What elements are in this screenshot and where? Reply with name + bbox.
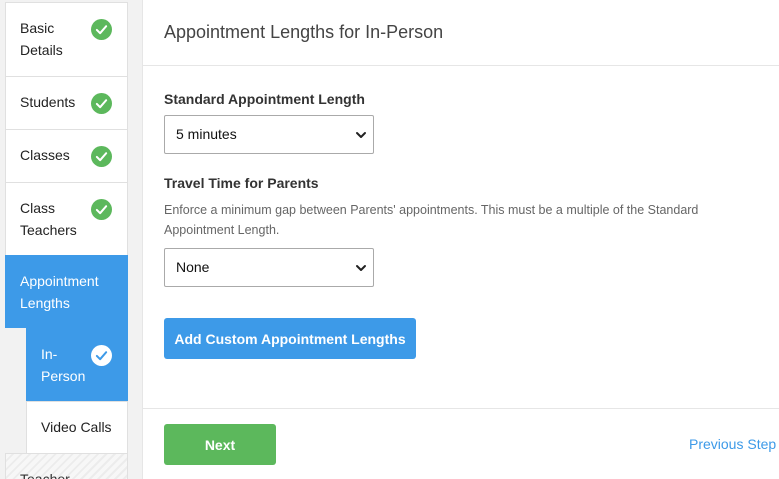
sidebar-subitem-label: In-Person bbox=[41, 346, 86, 384]
wizard-sidebar: Basic Details Students Classes Class Tea… bbox=[5, 2, 128, 479]
standard-length-select[interactable]: 5 minutes bbox=[164, 115, 374, 154]
sidebar-subitem-in-person[interactable]: In-Person bbox=[26, 328, 128, 401]
sidebar-item-classes[interactable]: Classes bbox=[5, 129, 128, 182]
check-circle-icon bbox=[91, 146, 112, 167]
check-circle-icon bbox=[91, 345, 112, 366]
sidebar-item-appointment-lengths[interactable]: Appointment Lengths bbox=[5, 255, 128, 328]
check-circle-icon bbox=[91, 93, 112, 114]
page-title: Appointment Lengths for In-Person bbox=[164, 22, 444, 42]
panel-header: Appointment Lengths for In-Person bbox=[143, 0, 779, 66]
sidebar-item-label: Students bbox=[20, 94, 76, 110]
travel-time-label: Travel Time for Parents bbox=[164, 175, 319, 191]
main-panel: Appointment Lengths for In-Person Standa… bbox=[142, 0, 779, 479]
sidebar-subitem-label: Video Calls bbox=[41, 419, 112, 435]
previous-step-link[interactable]: Previous Step bbox=[689, 436, 776, 452]
sidebar-item-label: Basic Details bbox=[20, 20, 63, 58]
sidebar-item-label: Teacher bbox=[20, 471, 70, 479]
chevron-down-icon bbox=[356, 265, 366, 271]
next-button[interactable]: Next bbox=[164, 424, 276, 465]
add-custom-lengths-button[interactable]: Add Custom Appointment Lengths bbox=[164, 318, 416, 359]
select-value: 5 minutes bbox=[176, 126, 237, 142]
travel-time-help: Enforce a minimum gap between Parents' a… bbox=[164, 203, 699, 237]
select-value: None bbox=[176, 259, 210, 275]
sidebar-item-students[interactable]: Students bbox=[5, 76, 128, 129]
sidebar-item-label: Class Teachers bbox=[20, 200, 77, 238]
sidebar-item-label: Classes bbox=[20, 147, 70, 163]
sidebar-item-teacher: Teacher bbox=[5, 453, 128, 479]
check-circle-icon bbox=[91, 19, 112, 40]
standard-length-label: Standard Appointment Length bbox=[164, 91, 365, 107]
sidebar-item-basic-details[interactable]: Basic Details bbox=[5, 2, 128, 76]
chevron-down-icon bbox=[356, 132, 366, 138]
check-circle-icon bbox=[91, 199, 112, 220]
panel-footer: Next Previous Step bbox=[143, 408, 779, 479]
sidebar-subitem-video-calls[interactable]: Video Calls bbox=[26, 401, 128, 453]
sidebar-item-class-teachers[interactable]: Class Teachers bbox=[5, 182, 128, 255]
sidebar-item-label: Appointment Lengths bbox=[20, 273, 99, 311]
travel-time-select[interactable]: None bbox=[164, 248, 374, 287]
